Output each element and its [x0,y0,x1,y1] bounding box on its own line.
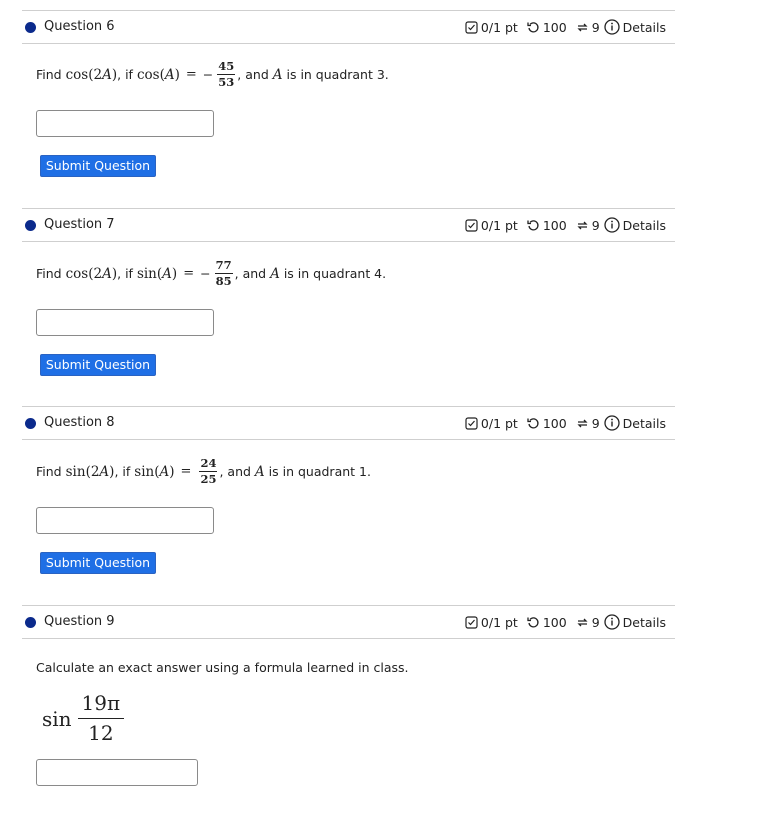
retry-icon [527,417,540,430]
expression-fraction: 19π 12 [77,690,125,747]
question-7-header: Question 7 0/1 pt 100 9 Details [22,208,675,242]
question-meta: 0/1 pt 100 9 Details [465,614,666,630]
score-text: 0/1 pt [480,19,518,35]
attempts-text: 100 [542,614,567,630]
question-9-expression: sin 19π 12 [42,690,125,747]
details-link[interactable]: Details [623,416,666,431]
question-meta: 0/1 pt 100 9 Details [465,19,666,35]
question-title: Question 6 [44,19,115,34]
submit-question-button[interactable]: Submit Question [40,552,156,574]
question-8-problem: Find sin (2 A), if sin(A) = 24 25, and A is … [36,456,371,487]
versions-text: 9 [591,217,600,233]
checkbox-icon [465,416,478,430]
score-text: 0/1 pt [480,415,518,431]
question-9-instruction: Calculate an exact answer using a formul… [36,660,409,675]
info-icon[interactable] [604,217,620,233]
question-title: Question 7 [44,217,115,232]
checkbox-icon [465,218,478,232]
question-status-dot [25,418,36,429]
answer-input-q9[interactable] [36,759,198,786]
question-status-dot [25,617,36,628]
info-icon[interactable] [604,415,620,431]
details-link[interactable]: Details [623,218,666,233]
question-6-problem: Find cos (2 A), if cos(A) = − 45 53, and A is… [36,59,389,90]
versions-text: 9 [591,614,600,630]
score-text: 0/1 pt [480,217,518,233]
question-status-dot [25,22,36,33]
info-icon[interactable] [604,614,620,630]
answer-input-q7[interactable] [36,309,214,336]
given-fraction: 45 53 [217,59,236,89]
question-8-header: Question 8 0/1 pt 100 9 Details [22,406,675,440]
versions-icon [576,417,589,430]
details-link[interactable]: Details [623,20,666,35]
attempts-text: 100 [542,19,567,35]
question-6-header: Question 6 0/1 pt 100 9 Details [22,10,675,44]
details-link[interactable]: Details [623,615,666,630]
attempts-text: 100 [542,217,567,233]
submit-question-button[interactable]: Submit Question [40,155,156,177]
submit-question-button[interactable]: Submit Question [40,354,156,376]
versions-icon [576,21,589,34]
retry-icon [527,219,540,232]
info-icon[interactable] [604,19,620,35]
answer-input-q6[interactable] [36,110,214,137]
question-status-dot [25,220,36,231]
question-meta: 0/1 pt 100 9 Details [465,415,666,431]
answer-input-q8[interactable] [36,507,214,534]
question-7-problem: Find cos (2 A), if sin(A) = − 77 85, and A is… [36,258,387,289]
attempts-text: 100 [542,415,567,431]
question-meta: 0/1 pt 100 9 Details [465,217,666,233]
checkbox-icon [465,615,478,629]
question-title: Question 9 [44,614,115,629]
retry-icon [527,616,540,629]
score-text: 0/1 pt [480,614,518,630]
versions-icon [576,219,589,232]
question-9-header: Question 9 0/1 pt 100 9 Details [22,605,675,639]
versions-icon [576,616,589,629]
versions-text: 9 [591,19,600,35]
checkbox-icon [465,20,478,34]
question-title: Question 8 [44,415,115,430]
retry-icon [527,21,540,34]
versions-text: 9 [591,415,600,431]
given-fraction: 77 85 [214,258,233,288]
given-fraction: 24 25 [199,456,218,486]
